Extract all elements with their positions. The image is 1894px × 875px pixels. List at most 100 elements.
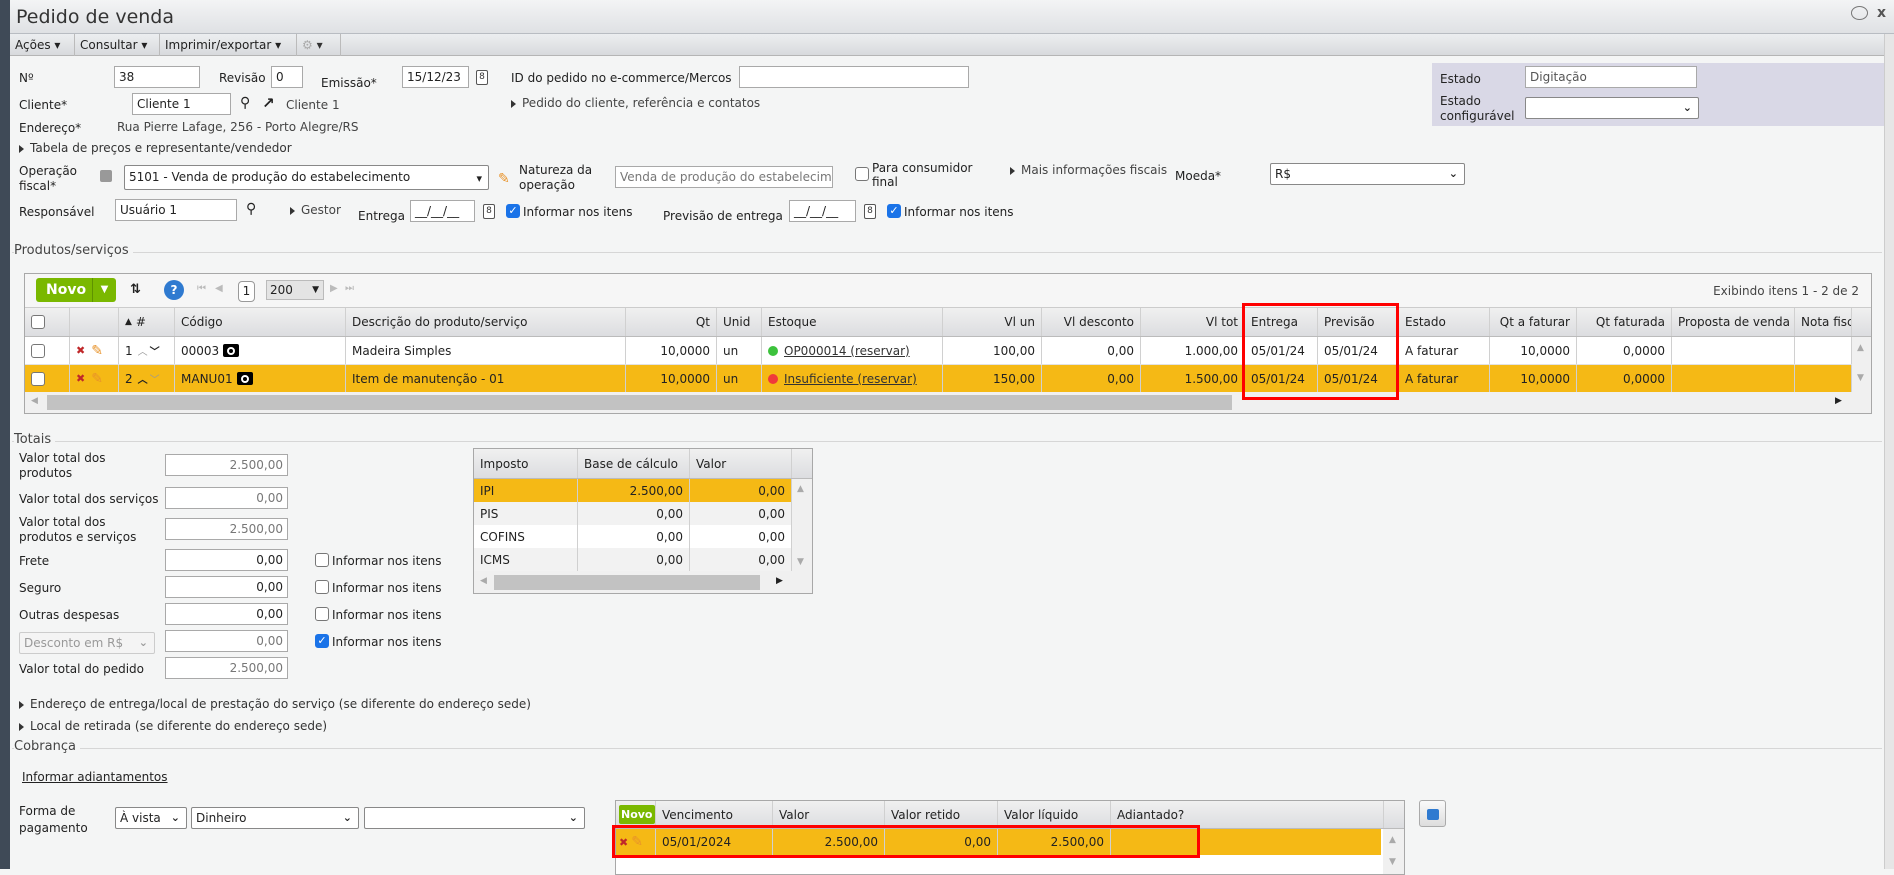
mais-fiscais-toggle[interactable]: Mais informações fiscais <box>1010 163 1167 177</box>
previsao-input[interactable]: __/__/__ <box>789 200 856 222</box>
select-all-checkbox[interactable] <box>31 315 45 329</box>
estado-conf-select[interactable]: ⌄ <box>1525 97 1699 119</box>
total-input[interactable]: 0,00 <box>165 487 288 509</box>
extra-select[interactable]: ⌄ <box>364 807 585 829</box>
column-header[interactable] <box>70 308 119 336</box>
move-down-icon[interactable]: ﹀ <box>150 371 160 386</box>
column-header[interactable]: Valor <box>773 801 885 828</box>
total-input[interactable]: 2.500,00 <box>165 657 288 679</box>
close-icon[interactable]: x <box>1877 5 1886 21</box>
page-input[interactable]: 1 <box>238 281 255 302</box>
move-down-icon[interactable]: ﹀ <box>150 343 160 358</box>
prev-page-icon[interactable]: ◀ <box>215 283 223 294</box>
emissao-input[interactable]: 15/12/23 <box>402 66 469 88</box>
column-header[interactable]: Base de cálculo <box>578 449 690 478</box>
calendar-icon[interactable]: 8 <box>864 204 876 219</box>
acoes-menu[interactable]: Ações ▾ <box>10 34 75 56</box>
informar-itens-checkbox[interactable]: ✓ <box>315 634 329 648</box>
column-header[interactable]: Novo <box>616 801 656 828</box>
row-checkbox[interactable] <box>31 371 45 386</box>
move-up-icon[interactable]: ︿ <box>138 371 148 386</box>
column-header[interactable] <box>25 308 70 336</box>
last-page-icon[interactable]: ⏭ <box>345 283 354 294</box>
delete-icon[interactable]: ✖ <box>76 372 85 385</box>
stock-link[interactable]: Insuficiente (reservar) <box>784 372 917 386</box>
desconto-type-select[interactable]: Desconto em R$ ⌄ <box>19 632 155 654</box>
chat-icon[interactable] <box>1851 6 1868 20</box>
external-link-icon[interactable]: ↗ <box>262 94 275 112</box>
search-icon[interactable]: ⚲ <box>240 95 250 111</box>
column-header[interactable]: Qt faturada <box>1577 308 1672 336</box>
table-row[interactable]: ICMS 0,00 0,00 <box>474 548 792 571</box>
cliente-input[interactable]: Cliente 1 <box>132 93 231 115</box>
consumidor-final-checkbox[interactable] <box>855 167 869 181</box>
column-header[interactable]: Vencimento <box>656 801 773 828</box>
edit-icon[interactable]: ✎ <box>91 343 103 359</box>
pencil-icon[interactable]: ✎ <box>498 171 510 187</box>
search-icon[interactable]: ⚲ <box>246 201 256 217</box>
imprimir-menu[interactable]: Imprimir/exportar ▾ <box>160 34 297 56</box>
entrega-itens-checkbox[interactable]: ✓ <box>506 204 520 218</box>
estado-input[interactable]: Digitação <box>1525 66 1697 88</box>
total-input[interactable]: 0,00 <box>165 576 288 598</box>
settings-menu[interactable]: ⚙ ▾ <box>297 34 341 56</box>
column-header[interactable]: Vl desconto <box>1042 308 1141 336</box>
gestor-toggle[interactable]: Gestor <box>290 203 341 217</box>
horizontal-scrollbar[interactable]: ◀ ▶ <box>474 571 792 593</box>
column-header[interactable]: Unid <box>717 308 762 336</box>
informar-adiantamentos-link[interactable]: Informar adiantamentos <box>22 770 168 784</box>
next-page-icon[interactable]: ▶ <box>330 283 338 294</box>
camera-icon[interactable] <box>236 372 253 385</box>
stock-link[interactable]: OP000014 (reservar) <box>784 344 910 358</box>
table-row[interactable]: COFINS 0,00 0,00 <box>474 525 792 548</box>
consultar-menu[interactable]: Consultar ▾ <box>75 34 160 56</box>
column-header[interactable]: Vl un <box>943 308 1042 336</box>
window-scrollbar[interactable] <box>1884 34 1894 869</box>
column-header[interactable]: Adiantado? <box>1111 801 1384 828</box>
table-row[interactable]: ✖ ✎ 2 ︿ ﹀ MANU01 Item de manutenção - 01 10,000… <box>25 365 1852 393</box>
column-header[interactable]: Nota fiscal <box>1795 308 1852 336</box>
horizontal-scrollbar[interactable]: ◀ ▶ <box>25 392 1871 413</box>
lock-button[interactable] <box>1419 800 1446 827</box>
tabela-precos-toggle[interactable]: Tabela de preços e representante/vendedo… <box>19 141 292 155</box>
total-input[interactable]: 2.500,00 <box>165 454 288 476</box>
calendar-icon[interactable]: 8 <box>476 70 488 85</box>
table-row[interactable]: PIS 0,00 0,00 <box>474 502 792 525</box>
column-header[interactable]: Qt <box>626 308 717 336</box>
ecommerce-input[interactable] <box>739 66 969 88</box>
table-row[interactable]: IPI 2.500,00 0,00 <box>474 479 792 502</box>
column-header[interactable]: Descrição do produto/serviço <box>346 308 626 336</box>
column-header[interactable]: Proposta de venda <box>1672 308 1795 336</box>
vertical-scrollbar[interactable]: ▲ ▼ <box>792 479 812 571</box>
vertical-scrollbar[interactable]: ▲ ▼ <box>1383 829 1404 874</box>
total-input[interactable]: 2.500,00 <box>165 518 288 540</box>
row-checkbox[interactable] <box>31 343 45 358</box>
window-title-bar[interactable]: Pedido de venda x <box>10 0 1894 34</box>
calendar-icon[interactable]: 8 <box>483 204 495 219</box>
column-header[interactable]: Estado <box>1399 308 1490 336</box>
column-header[interactable]: Valor líquido <box>998 801 1111 828</box>
page-size-select[interactable]: 200 ▼ <box>266 280 324 300</box>
column-header[interactable]: Vl tot <box>1141 308 1245 336</box>
column-header[interactable]: Qt a faturar <box>1490 308 1577 336</box>
cliente-link[interactable]: Cliente 1 <box>286 98 340 112</box>
informar-itens-checkbox[interactable] <box>315 580 329 594</box>
moeda-select[interactable]: R$ ⌄ <box>1270 163 1465 185</box>
camera-icon[interactable] <box>223 344 240 357</box>
column-header[interactable]: Estoque <box>762 308 943 336</box>
numero-input[interactable]: 38 <box>114 66 200 88</box>
move-up-icon[interactable]: ︿ <box>138 343 148 358</box>
column-header[interactable]: Valor retido <box>885 801 998 828</box>
delete-icon[interactable]: ✖ <box>76 344 85 357</box>
vertical-scrollbar[interactable]: ▲ ▼ <box>1852 337 1871 392</box>
edit-icon[interactable]: ✎ <box>91 371 103 387</box>
pedido-cliente-toggle[interactable]: Pedido do cliente, referência e contatos <box>511 96 760 110</box>
entrega-input[interactable]: __/__/__ <box>410 200 475 222</box>
column-header[interactable]: Valor <box>690 449 792 478</box>
local-retirada-toggle[interactable]: Local de retirada (se diferente do ender… <box>19 719 327 733</box>
table-row[interactable]: ✖ ✎ 1 ︿ ﹀ 00003 Madeira Simples 10,0000 un OP0000… <box>25 337 1852 365</box>
column-header[interactable]: Imposto <box>474 449 578 478</box>
help-icon[interactable]: ? <box>164 280 184 300</box>
natureza-input[interactable]: Venda de produção do estabelecimento <box>615 166 833 188</box>
total-input[interactable]: 0,00 <box>165 603 288 625</box>
